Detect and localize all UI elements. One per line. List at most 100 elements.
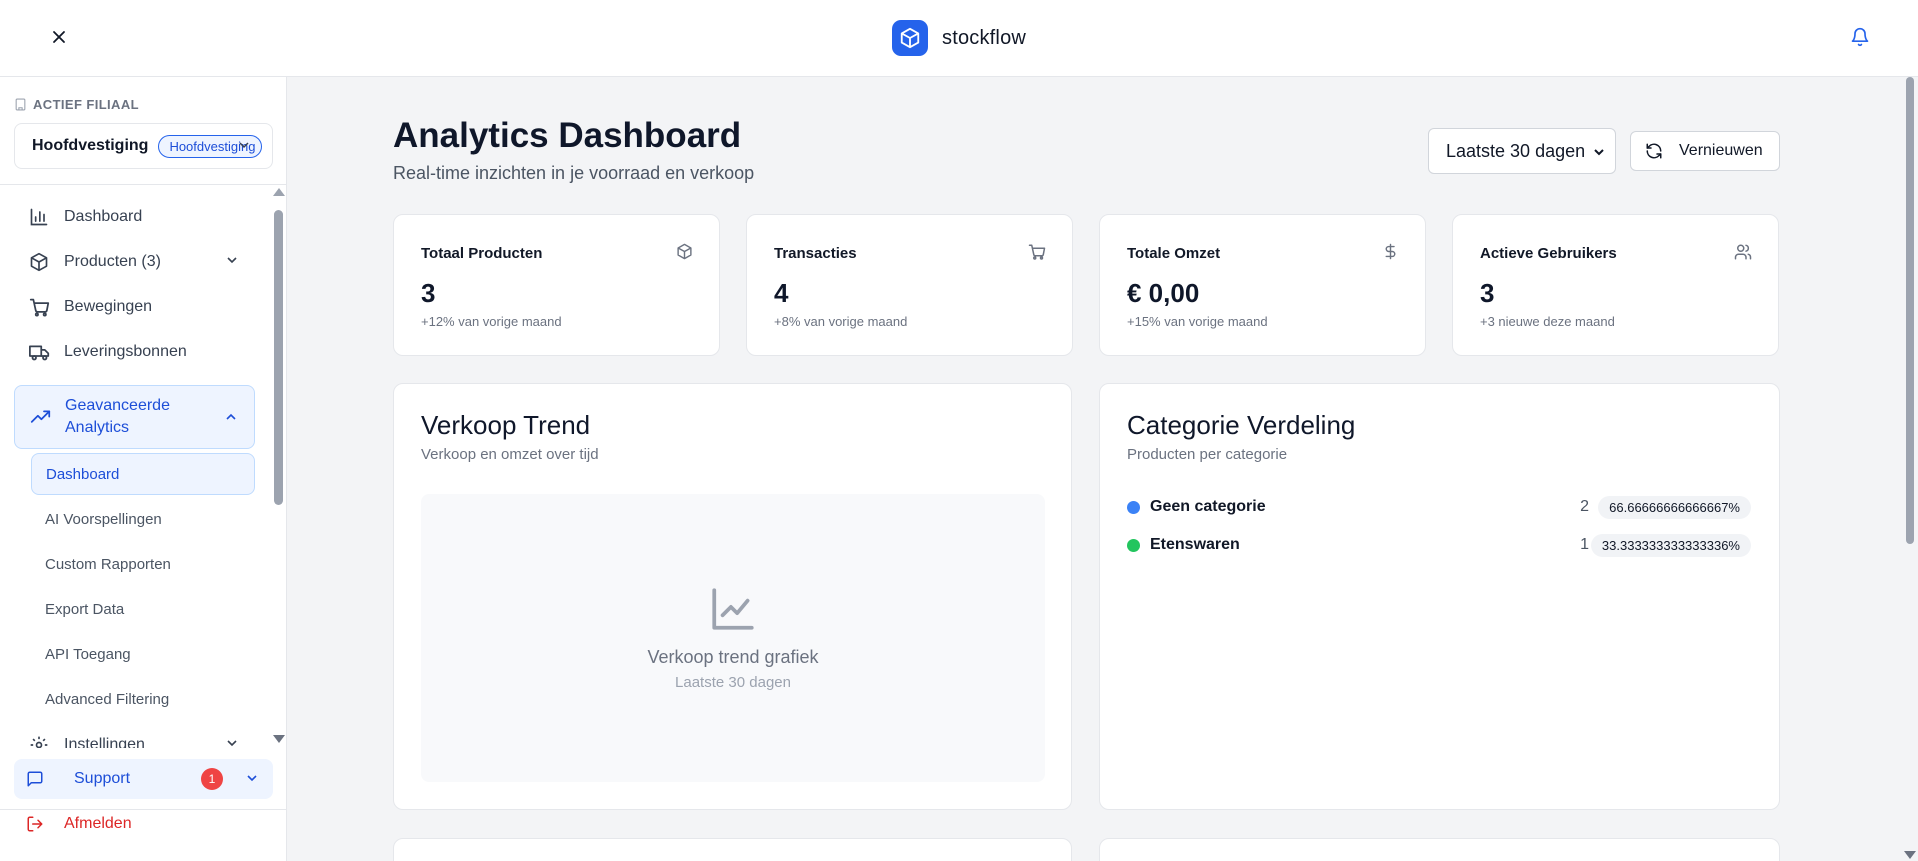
page-title: Analytics Dashboard [393, 116, 742, 155]
brand[interactable]: stockflow [892, 20, 1026, 56]
sidebar: ACTIEF FILIAAL Hoofdvestiging Hoofdvesti… [0, 77, 287, 861]
sidebar-subitem-ai-voorspellingen[interactable]: AI Voorspellingen [31, 498, 255, 540]
panel-title: Verkoop Trend [421, 410, 591, 440]
dollar-icon [1382, 243, 1399, 260]
category-name: Geen categorie [1150, 498, 1266, 515]
support-button[interactable]: Support 1 [14, 759, 273, 799]
stat-card-transactions: Transacties 4 +8% van vorige maand [746, 214, 1073, 356]
logout-button[interactable]: Afmelden [26, 815, 132, 833]
building-icon [15, 98, 26, 111]
cart-icon [28, 296, 50, 318]
branch-label-text: ACTIEF FILIAAL [33, 97, 139, 112]
panel-bottom-right [1099, 838, 1780, 861]
package-icon [676, 243, 693, 260]
page-scrollbar[interactable] [1900, 77, 1918, 861]
stat-value: € 0,00 [1127, 278, 1200, 308]
stat-value: 3 [421, 278, 436, 308]
trending-up-icon [29, 406, 51, 428]
category-name: Etenswaren [1150, 536, 1240, 553]
scroll-down-arrow[interactable] [273, 735, 285, 743]
close-menu-button[interactable] [46, 24, 72, 50]
stat-value: 3 [1480, 278, 1495, 308]
logout-label: Afmelden [64, 815, 132, 832]
branch-name: Hoofdvestiging [32, 137, 149, 154]
support-badge: 1 [201, 768, 223, 790]
panel-subtitle: Producten per categorie [1127, 446, 1288, 463]
sidebar-nav: Dashboard Producten (3) Bewegingen Lever… [0, 185, 270, 748]
date-range-select[interactable]: Laatste 30 dagen [1428, 128, 1616, 174]
bell-icon [1851, 27, 1869, 47]
sidebar-scrollbar[interactable] [270, 185, 287, 748]
stat-value: 4 [774, 278, 789, 308]
close-icon [53, 31, 65, 43]
sidebar-item-producten[interactable]: Producten (3) [14, 240, 255, 284]
sidebar-item-label: Geavanceerde Analytics [65, 397, 170, 436]
panel-subtitle: Verkoop en omzet over tijd [421, 446, 599, 463]
users-icon [1734, 243, 1752, 261]
category-percent: 33.333333333333336% [1590, 533, 1751, 557]
sidebar-subitem-label: Dashboard [46, 465, 120, 483]
sidebar-subitem-label: Export Data [45, 600, 125, 618]
stat-note: +3 nieuwe deze maand [1480, 314, 1615, 329]
chevron-down-icon [239, 142, 249, 149]
placeholder-subtitle: Laatste 30 dagen [675, 674, 791, 691]
sidebar-item-instellingen[interactable]: Instellingen [14, 723, 255, 748]
sidebar-subitem-api-toegang[interactable]: API Toegang [31, 633, 255, 675]
stat-card-revenue: Totale Omzet € 0,00 +15% van vorige maan… [1099, 214, 1426, 356]
sidebar-subitem-advanced-filtering[interactable]: Advanced Filtering [31, 678, 255, 720]
category-count: 1 [1580, 536, 1589, 553]
stat-note: +8% van vorige maand [774, 314, 908, 329]
chart-placeholder: Verkoop trend grafiek Laatste 30 dagen [421, 494, 1045, 782]
sidebar-item-leveringsbonnen[interactable]: Leveringsbonnen [14, 330, 255, 374]
chevron-down-icon [227, 257, 237, 264]
support-label: Support [74, 770, 131, 787]
category-row: Etenswaren 1 33.333333333333336% [1127, 532, 1751, 558]
category-row: Geen categorie 2 66.66666666666667% [1127, 494, 1751, 520]
notifications-button[interactable] [1847, 24, 1873, 50]
sidebar-item-label: Instellingen [64, 736, 145, 748]
sidebar-subitem-custom-rapporten[interactable]: Custom Rapporten [31, 543, 255, 585]
stat-note: +15% van vorige maand [1127, 314, 1268, 329]
sidebar-item-label: Producten (3) [64, 253, 161, 270]
brand-name: stockflow [942, 26, 1027, 49]
page-subtitle: Real-time inzichten in je voorraad en ve… [393, 163, 755, 183]
sidebar-item-label: Dashboard [64, 208, 143, 225]
sidebar-item-dashboard[interactable]: Dashboard [14, 195, 255, 239]
refresh-button[interactable]: Vernieuwen [1630, 131, 1780, 171]
scroll-thumb[interactable] [1906, 77, 1914, 544]
stat-card-products: Totaal Producten 3 +12% van vorige maand [393, 214, 720, 356]
refresh-icon [1646, 143, 1662, 159]
stat-title: Transacties [774, 245, 857, 262]
scroll-down-arrow[interactable] [1904, 851, 1916, 859]
sidebar-item-label: Leveringsbonnen [64, 343, 187, 360]
branch-select[interactable]: Hoofdvestiging Hoofdvestiging [14, 123, 273, 169]
chevron-down-icon [1594, 149, 1604, 156]
chevron-down-icon [247, 775, 257, 782]
truck-icon [28, 341, 50, 363]
sidebar-subitem-dashboard[interactable]: Dashboard [31, 453, 255, 495]
sidebar-item-label: Bewegingen [64, 298, 153, 315]
stat-title: Totale Omzet [1127, 245, 1221, 262]
scroll-thumb[interactable] [274, 210, 283, 505]
top-bar: stockflow [0, 0, 1918, 77]
sidebar-subitem-label: API Toegang [45, 645, 131, 663]
sidebar-subitem-label: Advanced Filtering [45, 690, 170, 708]
sales-trend-panel: Verkoop Trend Verkoop en omzet over tijd… [393, 383, 1072, 810]
scroll-up-arrow[interactable] [273, 188, 285, 196]
placeholder-title: Verkoop trend grafiek [647, 647, 819, 667]
divider [0, 809, 287, 810]
sidebar-subitem-export-data[interactable]: Export Data [31, 588, 255, 630]
sidebar-item-geavanceerde-analytics[interactable]: Geavanceerde Analytics [14, 385, 255, 449]
category-percent: 66.66666666666667% [1598, 495, 1751, 519]
sidebar-subitem-label: Custom Rapporten [45, 555, 171, 573]
branch-label: ACTIEF FILIAAL [14, 97, 139, 112]
stat-note: +12% van vorige maand [421, 314, 562, 329]
sidebar-item-bewegingen[interactable]: Bewegingen [14, 285, 255, 329]
chevron-up-icon [226, 413, 236, 420]
refresh-label: Vernieuwen [1679, 142, 1763, 159]
cart-icon [1028, 243, 1046, 261]
package-icon [892, 20, 928, 56]
category-color-dot [1127, 538, 1140, 552]
category-color-dot [1127, 500, 1140, 514]
gear-icon [28, 734, 50, 748]
